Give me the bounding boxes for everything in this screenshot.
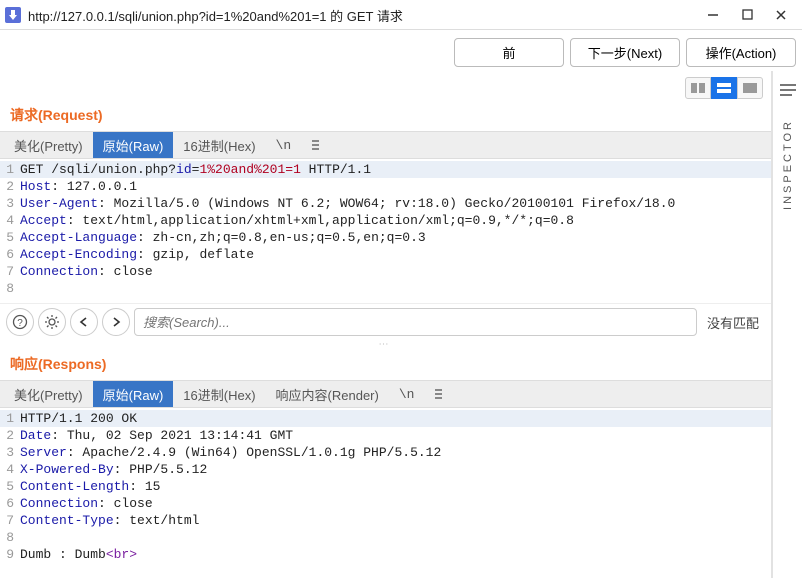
tab-raw[interactable]: 原始(Raw) <box>93 132 174 158</box>
request-title: 请求(Request) <box>0 99 771 131</box>
code-line: 5Content-Length: 15 <box>0 478 771 495</box>
gear-icon[interactable] <box>38 308 66 336</box>
next-button[interactable]: 下一步(Next) <box>570 38 680 67</box>
code-line: 6Connection: close <box>0 495 771 512</box>
tab-menu-icon[interactable] <box>424 381 452 407</box>
tab-newline[interactable]: \n <box>389 381 425 407</box>
request-search-input[interactable] <box>134 308 697 336</box>
response-raw-text[interactable]: 1HTTP/1.1 200 OK2Date: Thu, 02 Sep 2021 … <box>0 408 771 578</box>
response-title: 响应(Respons) <box>0 348 771 380</box>
code-line: 1GET /sqli/union.php?id=1%20and%201=1 HT… <box>0 161 771 178</box>
response-pane: 响应(Respons) 美化(Pretty) 原始(Raw) 16进制(Hex)… <box>0 348 771 578</box>
minimize-button[interactable] <box>696 0 730 30</box>
layout-rows-button[interactable] <box>711 77 737 99</box>
tab-newline[interactable]: \n <box>266 132 302 158</box>
window-title: http://127.0.0.1/sqli/union.php?id=1%20a… <box>28 4 696 25</box>
tab-pretty[interactable]: 美化(Pretty) <box>4 381 93 407</box>
layout-columns-button[interactable] <box>685 77 711 99</box>
code-line: 9Dumb : Dumb<br> <box>0 546 771 563</box>
code-line: 8 <box>0 529 771 546</box>
front-button[interactable]: 前 <box>454 38 564 67</box>
svg-text:?: ? <box>17 318 23 329</box>
titlebar: http://127.0.0.1/sqli/union.php?id=1%20a… <box>0 0 802 30</box>
code-line: 7Connection: close <box>0 263 771 280</box>
prev-match-button[interactable] <box>70 308 98 336</box>
maximize-button[interactable] <box>730 0 764 30</box>
close-button[interactable] <box>764 0 798 30</box>
request-pane: 请求(Request) 美化(Pretty) 原始(Raw) 16进制(Hex)… <box>0 99 771 340</box>
code-line: 4Accept: text/html,application/xhtml+xml… <box>0 212 771 229</box>
help-icon[interactable]: ? <box>6 308 34 336</box>
inspector-sidebar[interactable]: INSPECTOR <box>772 71 802 578</box>
app-icon <box>4 6 22 24</box>
code-line: 2Host: 127.0.0.1 <box>0 178 771 195</box>
tab-pretty[interactable]: 美化(Pretty) <box>4 132 93 158</box>
request-search-row: ? 没有匹配 <box>0 303 771 340</box>
action-button[interactable]: 操作(Action) <box>686 38 796 67</box>
view-toggle-group <box>0 71 771 99</box>
pane-divider[interactable]: ⋯ <box>0 340 771 348</box>
layout-single-button[interactable] <box>737 77 763 99</box>
code-line: 1HTTP/1.1 200 OK <box>0 410 771 427</box>
request-tabs: 美化(Pretty) 原始(Raw) 16进制(Hex) \n <box>0 131 771 159</box>
tab-hex[interactable]: 16进制(Hex) <box>173 381 265 407</box>
code-line: 3Server: Apache/2.4.9 (Win64) OpenSSL/1.… <box>0 444 771 461</box>
code-line: 5Accept-Language: zh-cn,zh;q=0.8,en-us;q… <box>0 229 771 246</box>
code-line: 4X-Powered-By: PHP/5.5.12 <box>0 461 771 478</box>
tab-render[interactable]: 响应内容(Render) <box>266 381 389 407</box>
response-tabs: 美化(Pretty) 原始(Raw) 16进制(Hex) 响应内容(Render… <box>0 380 771 408</box>
top-actions: 前 下一步(Next) 操作(Action) <box>0 30 802 71</box>
tab-raw[interactable]: 原始(Raw) <box>93 381 174 407</box>
code-line: 3User-Agent: Mozilla/5.0 (Windows NT 6.2… <box>0 195 771 212</box>
code-line: 2Date: Thu, 02 Sep 2021 13:14:41 GMT <box>0 427 771 444</box>
code-line: 8 <box>0 280 771 297</box>
inspector-menu-icon[interactable] <box>777 79 799 101</box>
tab-menu-icon[interactable] <box>301 132 329 158</box>
tab-hex[interactable]: 16进制(Hex) <box>173 132 265 158</box>
next-match-button[interactable] <box>102 308 130 336</box>
request-raw-text[interactable]: 1GET /sqli/union.php?id=1%20and%201=1 HT… <box>0 159 771 303</box>
code-line: 7Content-Type: text/html <box>0 512 771 529</box>
inspector-label: INSPECTOR <box>782 119 794 210</box>
request-no-match-label: 没有匹配 <box>701 313 765 332</box>
code-line: 6Accept-Encoding: gzip, deflate <box>0 246 771 263</box>
